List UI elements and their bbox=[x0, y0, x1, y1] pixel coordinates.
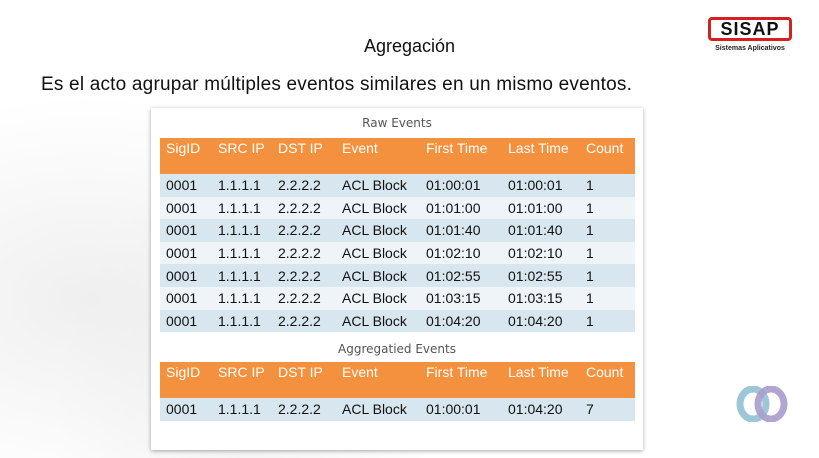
raw-events-column-header: DST IP bbox=[272, 138, 336, 174]
raw-events-column-header: Count bbox=[580, 138, 635, 174]
logo-tagline: Sistemas Aplicativos bbox=[715, 45, 785, 52]
raw-events-table-row: 0001 1.1.1.1 2.2.2.2 ACL Block 01:01:40 01:01… bbox=[160, 219, 635, 242]
raw-events-table-cell: 1 bbox=[580, 241, 635, 265]
aggregated-events-table-cell: 2.2.2.2 bbox=[272, 398, 336, 421]
raw-events-table-cell: 01:01:00 bbox=[420, 196, 502, 220]
raw-events-table-cell: 01:04:20 bbox=[502, 309, 580, 333]
aggregated-events-table: SigID SRC IP DST IP Event First Time Last Tim… bbox=[160, 362, 635, 421]
aggregated-events-column-header: Last Time bbox=[502, 362, 580, 399]
raw-events-table-cell: 1 bbox=[580, 286, 635, 310]
aggregated-events-table-cell: 0001 bbox=[160, 398, 212, 421]
slide-title: Agregación bbox=[363, 36, 456, 56]
aggregated-events-header: SigID SRC IP DST IP Event First Time Last Tim… bbox=[160, 362, 635, 399]
aggregated-events-caption: Aggregatied Events bbox=[338, 342, 456, 357]
events-panel: Raw Events SigID SRC IP DST IP Event First T… bbox=[151, 108, 643, 450]
aggregated-events-table-cell: 7 bbox=[580, 398, 635, 421]
slide-subtitle: Es el acto agrupar múltiples eventos sim… bbox=[41, 74, 633, 95]
raw-events-table-cell: 01:02:55 bbox=[502, 264, 580, 287]
raw-events-table-cell: 01:02:10 bbox=[502, 241, 580, 265]
aggregated-events-table-cell: ACL Block bbox=[336, 398, 420, 421]
raw-events-table-cell: ACL Block bbox=[336, 309, 420, 333]
raw-events-table-cell: 1.1.1.1 bbox=[212, 196, 272, 220]
aggregated-events-column-header: SRC IP bbox=[212, 362, 272, 399]
raw-events-table-cell: 2.2.2.2 bbox=[272, 196, 336, 220]
aggregated-events-table-cell: 01:00:01 bbox=[420, 398, 502, 421]
raw-events-table-cell: 1.1.1.1 bbox=[212, 264, 272, 287]
aggregated-events-table-cell: 1.1.1.1 bbox=[212, 398, 272, 421]
aggregated-events-column-header: Event bbox=[336, 362, 420, 399]
raw-events-table-cell: 01:01:00 bbox=[502, 196, 580, 220]
raw-events-table-cell: 1.1.1.1 bbox=[212, 219, 272, 242]
logo-wordmark: SISAP bbox=[708, 17, 792, 41]
aggregated-events-table-row: 0001 1.1.1.1 2.2.2.2 ACL Block 01:00:01 01:04… bbox=[160, 398, 635, 421]
raw-events-column-header: Last Time bbox=[502, 138, 580, 174]
raw-events-body: 0001 1.1.1.1 2.2.2.2 ACL Block 01:00:01 01:00… bbox=[160, 174, 635, 333]
aggregated-events-column-header: Count bbox=[580, 362, 635, 399]
raw-events-table-cell: 1.1.1.1 bbox=[212, 286, 272, 310]
raw-events-table-cell: 01:02:10 bbox=[420, 241, 502, 265]
aggregated-events-body: 0001 1.1.1.1 2.2.2.2 ACL Block 01:00:01 01:04… bbox=[160, 398, 635, 421]
raw-events-table-cell: 01:01:40 bbox=[420, 219, 502, 242]
raw-events-table: SigID SRC IP DST IP Event First Time Last Tim… bbox=[160, 138, 635, 333]
raw-events-table-row: 0001 1.1.1.1 2.2.2.2 ACL Block 01:03:15 01:03… bbox=[160, 286, 635, 310]
raw-events-table-cell: 01:03:15 bbox=[502, 286, 580, 310]
raw-events-table-row: 0001 1.1.1.1 2.2.2.2 ACL Block 01:02:10 01:02… bbox=[160, 241, 635, 265]
raw-events-table-cell: 0001 bbox=[160, 309, 212, 333]
raw-events-table-cell: 2.2.2.2 bbox=[272, 286, 336, 310]
sisap-logo: SISAP Sistemas Aplicativos bbox=[704, 17, 796, 57]
raw-events-column-header: SRC IP bbox=[212, 138, 272, 174]
raw-events-table-cell: 01:00:01 bbox=[420, 174, 502, 197]
raw-events-table-cell: 1.1.1.1 bbox=[212, 241, 272, 265]
raw-events-table-cell: ACL Block bbox=[336, 174, 420, 197]
raw-events-column-header: First Time bbox=[420, 138, 502, 174]
aggregated-events-column-header: First Time bbox=[420, 362, 502, 399]
raw-events-header: SigID SRC IP DST IP Event First Time Last Tim… bbox=[160, 138, 635, 174]
raw-events-table-cell: 01:03:15 bbox=[420, 286, 502, 310]
raw-events-table-cell: 0001 bbox=[160, 241, 212, 265]
raw-events-table-cell: 1.1.1.1 bbox=[212, 309, 272, 333]
raw-events-table-cell: 2.2.2.2 bbox=[272, 264, 336, 287]
raw-events-table-cell: 1 bbox=[580, 264, 635, 287]
raw-events-table-cell: 0001 bbox=[160, 286, 212, 310]
aggregated-events-column-header: SigID bbox=[160, 362, 212, 399]
raw-events-table-cell: 01:04:20 bbox=[420, 309, 502, 333]
raw-events-table-cell: 2.2.2.2 bbox=[272, 219, 336, 242]
raw-events-table-cell: 01:01:40 bbox=[502, 219, 580, 242]
raw-events-table-row: 0001 1.1.1.1 2.2.2.2 ACL Block 01:02:55 01:02… bbox=[160, 264, 635, 287]
raw-events-table-cell: 1 bbox=[580, 196, 635, 220]
raw-events-table-cell: ACL Block bbox=[336, 241, 420, 265]
raw-events-table-cell: 0001 bbox=[160, 196, 212, 220]
raw-events-table-cell: 0001 bbox=[160, 264, 212, 287]
raw-events-table-row: 0001 1.1.1.1 2.2.2.2 ACL Block 01:04:20 01:04… bbox=[160, 309, 635, 333]
raw-events-column-header: SigID bbox=[160, 138, 212, 174]
raw-events-table-cell: 0001 bbox=[160, 219, 212, 242]
raw-events-table-cell: 01:02:55 bbox=[420, 264, 502, 287]
interlocked-rings-icon bbox=[736, 386, 788, 422]
raw-events-table-cell: 1 bbox=[580, 309, 635, 333]
raw-events-table-cell: 2.2.2.2 bbox=[272, 309, 336, 333]
raw-events-table-row: 0001 1.1.1.1 2.2.2.2 ACL Block 01:01:00 01:01… bbox=[160, 196, 635, 220]
raw-events-table-cell: ACL Block bbox=[336, 264, 420, 287]
raw-events-table-cell: 1 bbox=[580, 174, 635, 197]
raw-events-table-cell: 2.2.2.2 bbox=[272, 174, 336, 197]
raw-events-table-cell: ACL Block bbox=[336, 196, 420, 220]
aggregated-events-table-cell: 01:04:20 bbox=[502, 398, 580, 421]
raw-events-table-row: 0001 1.1.1.1 2.2.2.2 ACL Block 01:00:01 01:00… bbox=[160, 174, 635, 197]
aggregated-events-column-header: DST IP bbox=[272, 362, 336, 399]
raw-events-table-cell: 0001 bbox=[160, 174, 212, 197]
raw-events-table-cell: 01:00:01 bbox=[502, 174, 580, 197]
raw-events-table-cell: 1.1.1.1 bbox=[212, 174, 272, 197]
raw-events-table-cell: ACL Block bbox=[336, 219, 420, 242]
raw-events-caption: Raw Events bbox=[362, 116, 432, 130]
raw-events-column-header: Event bbox=[336, 138, 420, 174]
raw-events-table-cell: 1 bbox=[580, 219, 635, 242]
raw-events-table-cell: 2.2.2.2 bbox=[272, 241, 336, 265]
raw-events-table-cell: ACL Block bbox=[336, 286, 420, 310]
